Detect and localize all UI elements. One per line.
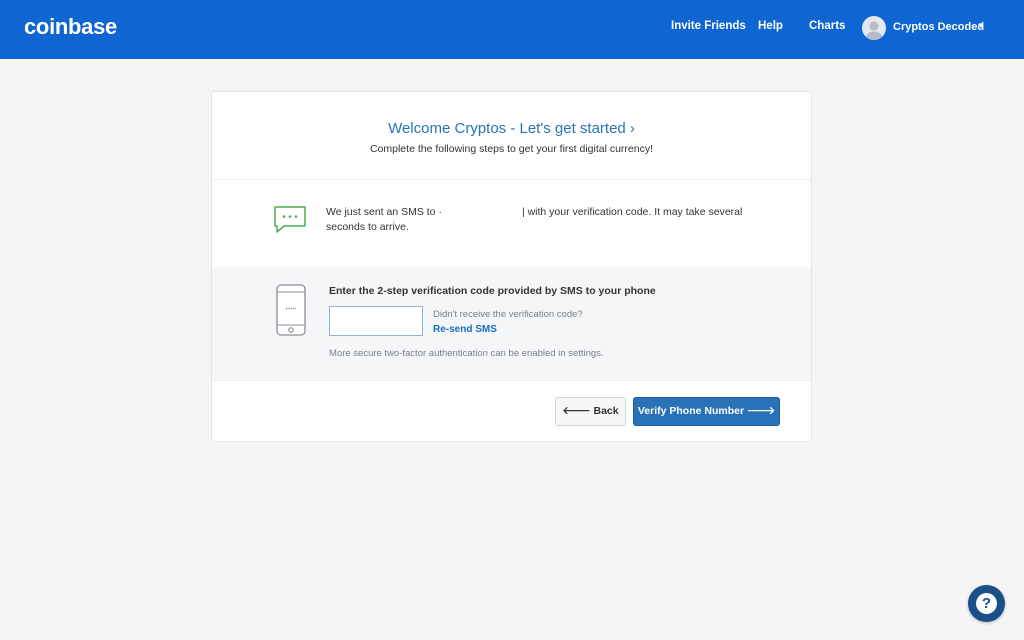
nav-charts[interactable]: Charts bbox=[809, 20, 845, 32]
coinbase-logo[interactable]: coinbase bbox=[24, 14, 117, 40]
verification-section: Enter the 2-step verification code provi… bbox=[212, 267, 811, 380]
caret-down-icon[interactable]: ▼ bbox=[977, 21, 985, 30]
back-button[interactable]: 🡐 Back bbox=[555, 397, 626, 426]
welcome-title[interactable]: Welcome Cryptos - Let's get started › bbox=[212, 120, 811, 137]
sms-sent-message: We just sent an SMS to · | with your veri… bbox=[326, 205, 776, 235]
avatar-icon bbox=[865, 21, 883, 40]
avatar[interactable] bbox=[862, 16, 886, 40]
question-icon: ? bbox=[976, 593, 997, 614]
user-menu-name[interactable]: Cryptos Decoded bbox=[893, 21, 984, 33]
verification-code-input[interactable] bbox=[329, 306, 423, 336]
sms-message-prefix: We just sent an SMS to · bbox=[326, 206, 442, 218]
divider bbox=[212, 179, 811, 180]
onboarding-card: Welcome Cryptos - Let's get started › Co… bbox=[211, 91, 812, 442]
welcome-subtitle: Complete the following steps to get your… bbox=[369, 143, 654, 155]
sms-bubble-icon bbox=[273, 205, 307, 240]
nav-help[interactable]: Help bbox=[758, 20, 783, 32]
nav-invite-friends[interactable]: Invite Friends bbox=[671, 20, 746, 32]
didnt-receive-text: Didn't receive the verification code? bbox=[433, 309, 583, 320]
verify-phone-button[interactable]: Verify Phone Number 🡒 bbox=[633, 397, 780, 426]
help-button[interactable]: ? bbox=[968, 585, 1005, 622]
resend-sms-link[interactable]: Re-send SMS bbox=[433, 324, 497, 335]
top-nav-bar: coinbase Invite Friends Help Charts Cryp… bbox=[0, 0, 1024, 59]
phone-icon bbox=[276, 284, 306, 341]
two-factor-note: More secure two-factor authentication ca… bbox=[329, 348, 604, 359]
divider bbox=[212, 380, 811, 381]
verification-code-label: Enter the 2-step verification code provi… bbox=[329, 285, 656, 297]
